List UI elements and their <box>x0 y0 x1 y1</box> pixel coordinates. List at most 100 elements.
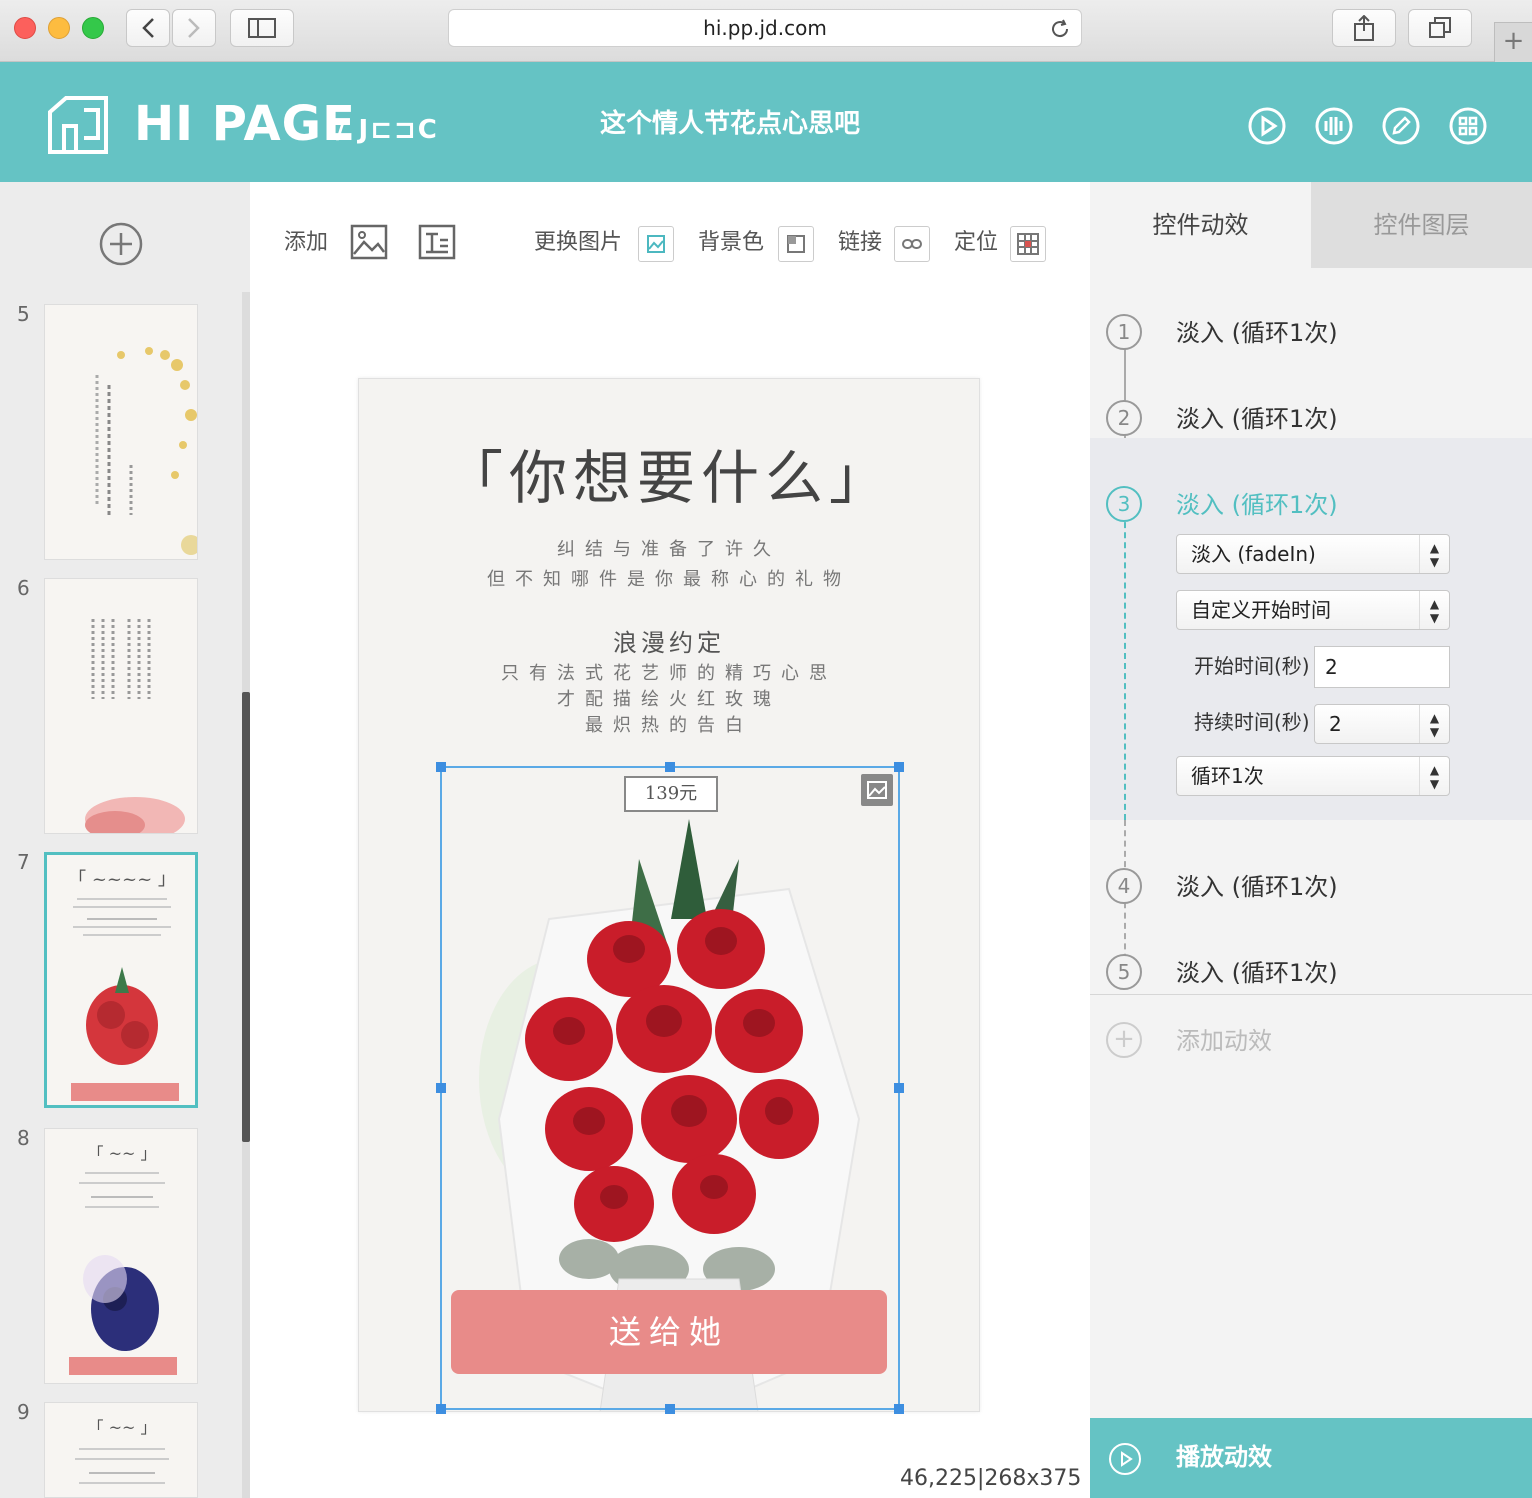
card-text-line-1[interactable]: 纠结与准备了许久 <box>359 535 979 565</box>
add-animation-label: 添加动效 <box>1176 1027 1272 1055</box>
animation-item-4[interactable]: 4 淡入 (循环1次) <box>1090 844 1532 930</box>
send-to-her-button[interactable]: 送给她 <box>451 1290 887 1374</box>
loop-select-value: 循环1次 <box>1191 764 1264 788</box>
thumbnail-artwork: 「 ~~ 」 <box>75 1418 169 1484</box>
reload-icon[interactable] <box>1049 18 1071 40</box>
replace-image-label[interactable]: 更换图片 <box>534 228 622 258</box>
logo-icon <box>48 96 108 154</box>
svg-text:「 ~~ 」: 「 ~~ 」 <box>88 1418 157 1437</box>
play-circle-icon <box>1109 1443 1141 1475</box>
page-thumbnail-6[interactable] <box>44 578 198 834</box>
page-thumbnail-5[interactable] <box>44 304 198 560</box>
sidebar-toggle-button[interactable] <box>230 9 294 47</box>
page-number: 7 <box>17 850 30 874</box>
step-number: 5 <box>1106 954 1142 990</box>
step-number: 3 <box>1106 486 1142 522</box>
resize-handle-left[interactable] <box>436 1083 446 1093</box>
resize-handle-top[interactable] <box>665 762 675 772</box>
page-number: 5 <box>17 302 30 326</box>
card-text-line-2[interactable]: 但不知哪件是你最称心的礼物 <box>359 565 979 595</box>
page-title: 这个情人节花点心思吧 <box>600 109 861 139</box>
resize-handle-bottom-left[interactable] <box>436 1404 446 1414</box>
bg-color-button[interactable] <box>778 226 814 262</box>
add-text-icon[interactable] <box>418 224 456 260</box>
animation-item-3-expanded: 3 淡入 (循环1次) 淡入 (fadeIn) ▲ ▼ 自定义开始时间 ▲ ▼ 开始… <box>1090 438 1532 820</box>
animation-label: 淡入 (循环1次) <box>1176 959 1338 987</box>
svg-text:「 ~~ 」: 「 ~~ 」 <box>88 1144 157 1163</box>
animation-label: 淡入 (循环1次) <box>1176 491 1338 519</box>
play-animation-button[interactable]: 播放动效 <box>1090 1418 1532 1498</box>
resize-handle-bottom[interactable] <box>665 1404 675 1414</box>
grid-position-icon <box>1017 233 1039 255</box>
sidebar-scrollbar-thumb[interactable] <box>242 692 250 1142</box>
link-label[interactable]: 链接 <box>838 228 882 258</box>
new-tab-button[interactable]: + <box>1494 22 1532 62</box>
thumbnail-artwork: 「 ~~~~ 」 <box>68 869 176 1065</box>
animation-label: 淡入 (循环1次) <box>1176 873 1338 901</box>
resize-handle-top-left[interactable] <box>436 762 446 772</box>
add-animation-button[interactable]: + 添加动效 <box>1090 1020 1532 1070</box>
tabs-overview-button[interactable] <box>1408 9 1472 47</box>
tabs-icon <box>1429 17 1451 38</box>
close-window-button[interactable] <box>14 17 36 39</box>
step-number: 1 <box>1106 314 1142 350</box>
animation-item-5[interactable]: 5 淡入 (循环1次) <box>1090 930 1532 1016</box>
start-time-input[interactable]: 2 <box>1314 646 1450 688</box>
logo-subtext: / J⊏⊐C <box>336 115 439 145</box>
edit-icon[interactable] <box>1381 106 1421 146</box>
card-text-line-5[interactable]: 最炽热的告白 <box>359 711 979 741</box>
play-icon[interactable] <box>1247 106 1287 146</box>
position-label[interactable]: 定位 <box>954 228 998 258</box>
animation-item-3[interactable]: 3 淡入 (循环1次) <box>1090 462 1532 532</box>
price-tag[interactable]: 139元 <box>624 776 718 812</box>
bg-color-label[interactable]: 背景色 <box>698 228 764 258</box>
duration-select-value: 2 <box>1329 712 1342 736</box>
thumbnail-artwork <box>85 619 185 833</box>
resize-handle-top-right[interactable] <box>894 762 904 772</box>
forward-button[interactable] <box>172 9 216 47</box>
effect-select[interactable]: 淡入 (fadeIn) ▲ ▼ <box>1176 534 1450 574</box>
page-thumbnail-7[interactable]: 「 ~~~~ 」 <box>44 852 198 1108</box>
address-bar[interactable]: hi.pp.jd.com <box>448 9 1082 47</box>
loop-select[interactable]: 循环1次 ▲ ▼ <box>1176 756 1450 796</box>
card-subtitle[interactable]: 浪漫约定 <box>359 623 979 658</box>
resize-handle-right[interactable] <box>894 1083 904 1093</box>
minimize-window-button[interactable] <box>48 17 70 39</box>
thumbnail-artwork <box>95 347 197 555</box>
replace-image-overlay-button[interactable] <box>861 774 893 806</box>
image-icon <box>867 781 887 799</box>
tab-widget-effects[interactable]: 控件动效 <box>1090 182 1311 268</box>
card-title[interactable]: 「你想要什么」 <box>359 431 979 515</box>
replace-image-button[interactable] <box>638 226 674 262</box>
link-icon <box>902 239 922 249</box>
animation-item-1[interactable]: 1 淡入 (循环1次) <box>1090 290 1532 376</box>
animation-label: 淡入 (循环1次) <box>1176 319 1338 347</box>
share-button[interactable] <box>1332 9 1396 47</box>
plus-icon: + <box>1502 26 1525 56</box>
thumbnail-artwork: 「 ~~ 」 <box>79 1144 165 1351</box>
audio-icon[interactable] <box>1314 106 1354 146</box>
page-thumbnail-9[interactable]: 「 ~~ 」 <box>44 1402 198 1498</box>
page-thumbnail-8[interactable]: 「 ~~ 」 <box>44 1128 198 1384</box>
position-button[interactable] <box>1010 226 1046 262</box>
select-arrows-icon: ▲ ▼ <box>1419 757 1449 795</box>
properties-panel: 控件动效 控件图层 1 淡入 (循环1次) 2 淡入 (循环1次) 3 淡入 (… <box>1090 182 1532 1498</box>
start-time-label: 开始时间(秒) <box>1194 654 1310 678</box>
editor-toolbar: 添加 更换图片 背景色 链接 定位 <box>250 182 1090 302</box>
add-image-icon[interactable] <box>350 224 388 260</box>
zoom-window-button[interactable] <box>82 17 104 39</box>
link-button[interactable] <box>894 226 930 262</box>
back-button[interactable] <box>126 9 170 47</box>
selection-coordinates: 46,225|268x375 <box>900 1466 1082 1491</box>
start-mode-select[interactable]: 自定义开始时间 ▲ ▼ <box>1176 590 1450 630</box>
effect-select-value: 淡入 (fadeIn) <box>1191 542 1316 566</box>
sidebar-icon <box>248 18 276 38</box>
tab-widget-layers[interactable]: 控件图层 <box>1311 182 1532 268</box>
resize-handle-bottom-right[interactable] <box>894 1404 904 1414</box>
add-page-icon[interactable] <box>99 222 143 266</box>
select-arrows-icon: ▲ ▼ <box>1419 705 1449 743</box>
duration-select[interactable]: 2 ▲ ▼ <box>1314 704 1450 744</box>
grid-icon[interactable] <box>1448 106 1488 146</box>
page-number: 6 <box>17 576 30 600</box>
share-icon <box>1354 15 1374 41</box>
